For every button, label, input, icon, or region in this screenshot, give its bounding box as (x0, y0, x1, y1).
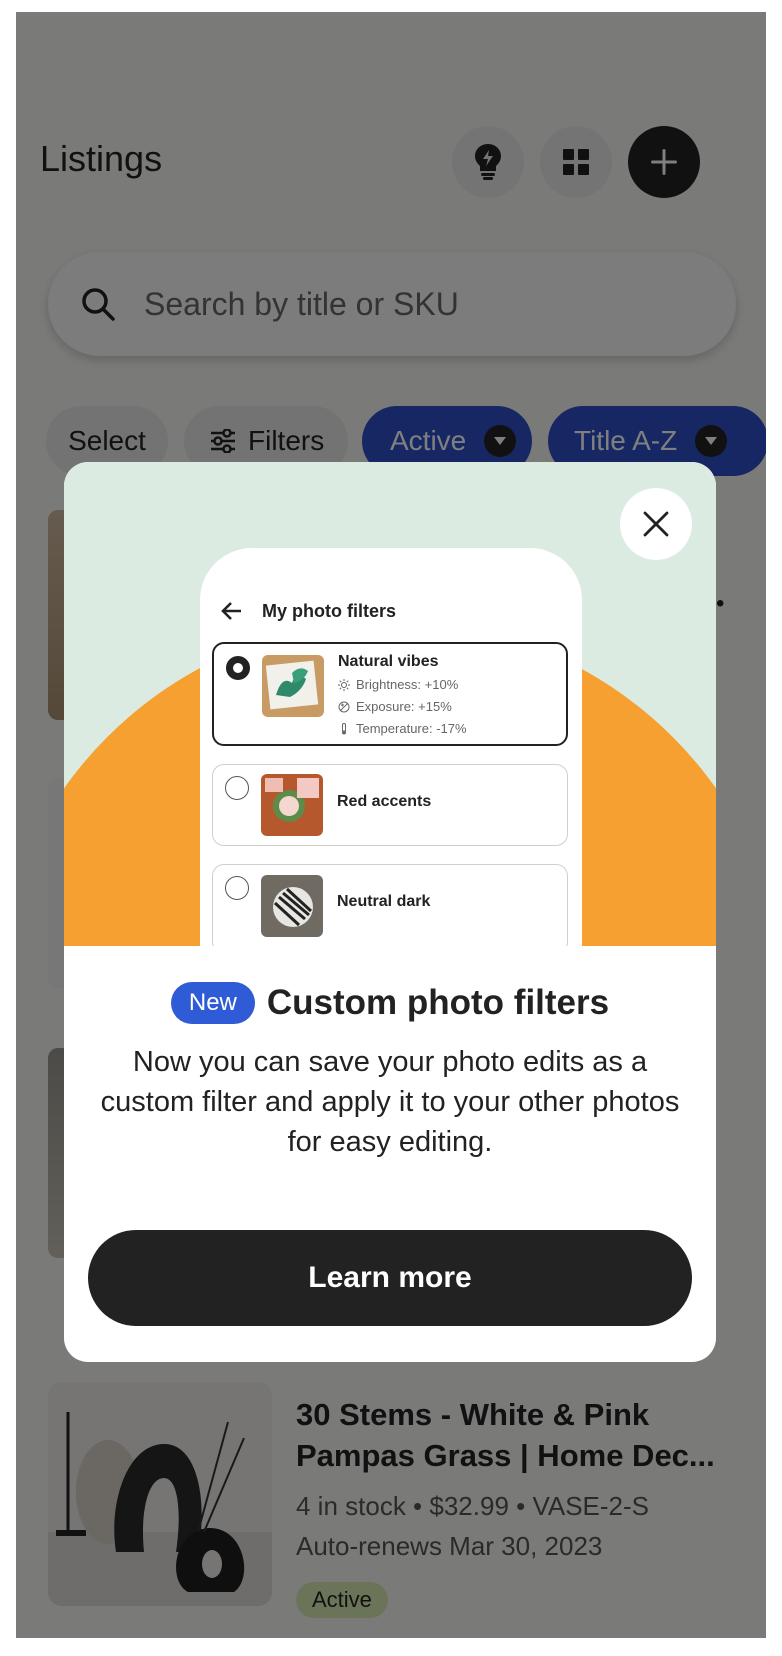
filter-option-neutral-dark: Neutral dark (212, 864, 568, 946)
filter-stat-exposure: Exposure: +15% (338, 699, 452, 714)
phone-header: My photo filters (220, 600, 396, 622)
modal-hero-illustration: My photo filters Natural vibes Brightnes… (64, 462, 716, 946)
filter-option-red-accents: Red accents (212, 764, 568, 846)
phone-mockup: My photo filters Natural vibes Brightnes… (200, 548, 582, 946)
phone-header-title: My photo filters (262, 600, 396, 621)
filter-stat-text: Exposure: +15% (356, 699, 452, 714)
filter-thumbnail (261, 875, 323, 937)
new-badge: New (170, 982, 255, 1024)
filter-option-natural-vibes: Natural vibes Brightness: +10% Exposure:… (212, 642, 568, 746)
filter-stat-text: Temperature: -17% (356, 721, 467, 736)
filter-name: Natural vibes (338, 653, 439, 670)
sun-icon (338, 678, 350, 691)
back-arrow-icon (221, 602, 241, 620)
app-screen: Listings Search by title or SKU Select (16, 12, 766, 1638)
radio-unselected (225, 776, 249, 800)
filter-name: Neutral dark (337, 893, 431, 910)
filter-thumbnail (262, 655, 324, 717)
exposure-icon (338, 701, 350, 712)
close-button[interactable] (620, 488, 692, 560)
modal-description: Now you can save your photo edits as a c… (100, 1046, 680, 1158)
close-icon (643, 511, 669, 537)
learn-more-button[interactable]: Learn more (88, 1230, 692, 1326)
modal-title-row: New Custom photo filters (64, 982, 716, 1024)
feature-announcement-modal: My photo filters Natural vibes Brightnes… (64, 462, 716, 1362)
radio-unselected (225, 876, 249, 900)
thermometer-icon (342, 722, 346, 734)
filter-name: Red accents (337, 793, 432, 810)
filter-stat-brightness: Brightness: +10% (338, 677, 458, 692)
modal-title: Custom photo filters (266, 983, 610, 1022)
filter-thumbnail (261, 774, 323, 836)
filter-stat-text: Brightness: +10% (356, 677, 459, 692)
radio-selected (226, 656, 250, 680)
filter-stat-temperature: Temperature: -17% (338, 721, 467, 736)
